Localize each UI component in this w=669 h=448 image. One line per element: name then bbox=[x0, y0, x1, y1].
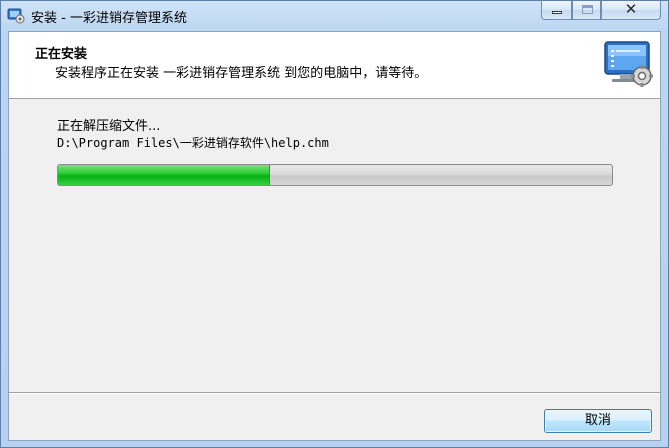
computer-setup-icon bbox=[604, 41, 653, 87]
title-bar[interactable]: 安装 - 一彩进销存管理系统 ✕ bbox=[1, 0, 668, 31]
close-icon: ✕ bbox=[624, 0, 638, 18]
page-title: 正在安装 bbox=[35, 47, 88, 62]
footer-divider bbox=[9, 392, 660, 394]
current-file-path: D:\Program Files\一彩进销存软件\help.chm bbox=[57, 136, 329, 150]
maximize-icon bbox=[582, 5, 593, 14]
page-subtitle: 安装程序正在安装 一彩进销存管理系统 到您的电脑中，请等待。 bbox=[55, 66, 428, 81]
cancel-button[interactable]: 取消 bbox=[544, 409, 652, 433]
install-progress-bar bbox=[57, 164, 613, 186]
close-button[interactable]: ✕ bbox=[601, 0, 661, 20]
installer-app-icon bbox=[7, 8, 25, 24]
minimize-button[interactable] bbox=[541, 1, 572, 20]
maximize-button[interactable] bbox=[572, 1, 601, 20]
minimize-icon bbox=[552, 11, 562, 14]
install-progress-fill bbox=[58, 165, 270, 185]
page-header: 正在安装 安装程序正在安装 一彩进销存管理系统 到您的电脑中，请等待。 bbox=[9, 32, 660, 99]
installer-window: 安装 - 一彩进销存管理系统 ✕ 正在安装 安装程序正在安装 一彩进销存管理系统… bbox=[0, 0, 669, 448]
extract-status-label: 正在解压缩文件... bbox=[57, 119, 161, 134]
installer-dialog-body: 正在安装 安装程序正在安装 一彩进销存管理系统 到您的电脑中，请等待。 正在解压… bbox=[8, 31, 661, 441]
window-title: 安装 - 一彩进销存管理系统 bbox=[31, 11, 187, 26]
